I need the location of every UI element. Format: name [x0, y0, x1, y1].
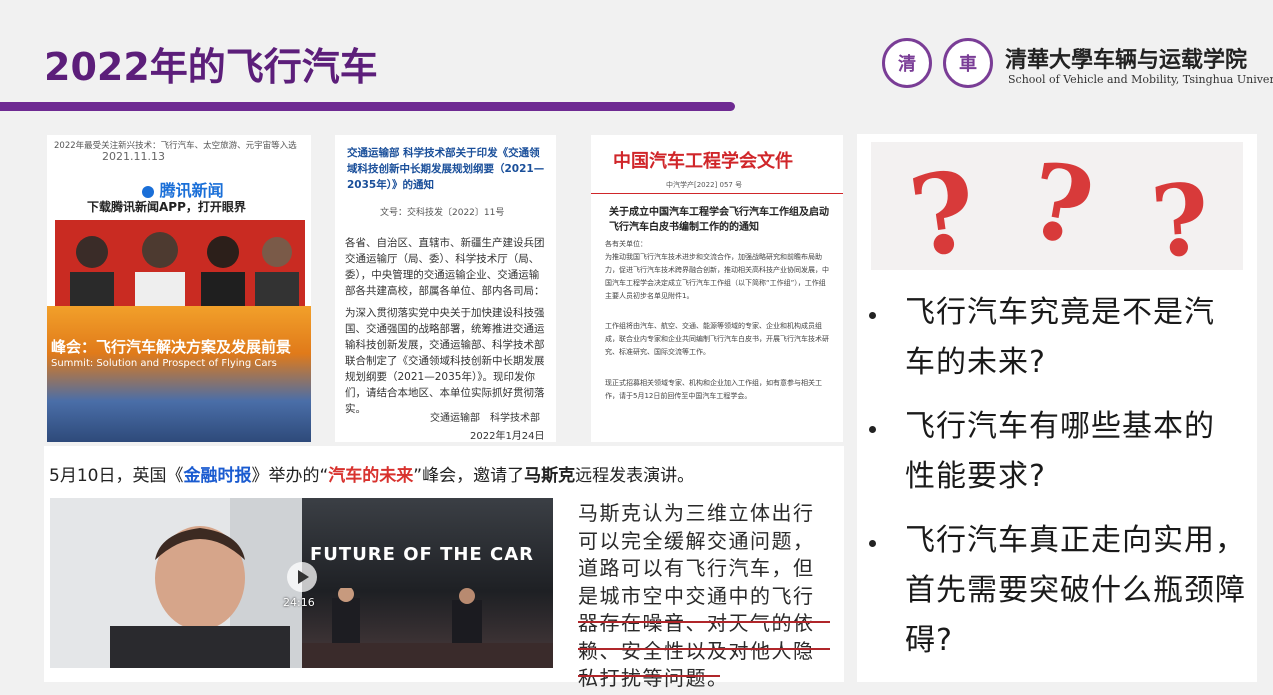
question-marks-image: ? ? ?	[871, 142, 1243, 270]
speaker-photos	[55, 220, 305, 306]
ministry-notice-panel: 交通运输部 科学技术部关于印发《交通领域科技创新中长期发展规划纲要（2021—2…	[335, 135, 556, 442]
saec-body-2: 工作组将由汽车、航空、交通、能源等领域的专家、企业和机构成员组成，联合业内专家和…	[605, 322, 829, 356]
ft-summit-caption: 5月10日，英国《金融时报》举办的“汽车的未来”峰会，邀请了马斯克远程发表演讲。	[49, 466, 695, 486]
ministry-notice-title: 交通运输部 科学技术部关于印发《交通领域科技创新中长期发展规划纲要（2021—2…	[347, 147, 545, 191]
saec-doc-number: 中汽学产[2022] 057 号	[666, 181, 743, 189]
tencent-headline: 2022年最受关注新兴技术：飞行汽车、太空旅游、元宇宙等入选	[54, 141, 297, 151]
university-name: 清華大學车辆与运载学院	[1005, 48, 1248, 73]
saec-body-3: 现正式招募相关领域专家、机构和企业加入工作组，如有意参与相关工作，请于5月12日…	[605, 379, 822, 400]
ministry-signature: 交通运输部 科学技术部	[430, 413, 540, 424]
play-button[interactable]	[287, 562, 317, 592]
bullet-icon	[869, 540, 876, 547]
tencent-logo-icon	[142, 185, 154, 198]
question-1: 飞行汽车究竟是不是汽车的未来?	[905, 295, 1215, 380]
tencent-date: 2021.11.13	[102, 150, 165, 163]
summit-banner-subtitle: Summit: Solution and Prospect of Flying …	[51, 358, 277, 369]
question-2: 飞行汽车有哪些基本的性能要求?	[905, 409, 1215, 494]
musk-quote: 马斯克认为三维立体出行可以完全缓解交通问题，道路可以有飞行汽车，但是城市空中交通…	[578, 501, 815, 690]
ministry-doc-number: 文号：交科技发〔2022〕11号	[380, 208, 505, 218]
play-icon	[298, 570, 309, 584]
summit-banner: 峰会：飞行汽车解决方案及发展前景 Summit: Solution and Pr…	[47, 306, 311, 442]
saec-document-panel: 中国汽车工程学会文件 中汽学产[2022] 057 号 关于成立中国汽车工程学会…	[591, 135, 843, 442]
video-speaker-frame	[50, 498, 302, 668]
ministry-para-1: 各省、自治区、直辖市、新疆生产建设兵团交通运输厅（局、委）、科学技术厅（局、委）…	[345, 237, 545, 297]
svg-text:?: ?	[1148, 162, 1213, 270]
quote-underline	[578, 648, 830, 650]
tencent-news-panel: 2022年最受关注新兴技术：飞行汽车、太空旅游、元宇宙等入选 2021.11.1…	[47, 135, 311, 442]
video-stage-frame: FUTURE OF THE CAR	[302, 498, 553, 668]
slide-title: 2022年的飞行汽车	[44, 45, 378, 89]
question-3: 飞行汽车真正走向实用，首先需要突破什么瓶颈障碍?	[905, 523, 1246, 658]
summit-banner-title: 峰会：飞行汽车解决方案及发展前景	[51, 338, 292, 356]
saec-header: 中国汽车工程学会文件	[613, 151, 793, 172]
university-subtitle: School of Vehicle and Mobility, Tsinghua…	[1008, 73, 1273, 86]
ministry-date: 2022年1月24日	[470, 431, 545, 442]
saec-red-rule	[591, 193, 843, 194]
school-emblem-icon: 車	[943, 38, 993, 88]
bullet-icon	[869, 312, 876, 319]
questions-panel: ? ? ? 飞行汽车究竟是不是汽车的未来? 飞行汽车有哪些基本的性能要求? 飞行…	[857, 134, 1257, 682]
video-timestamp: 24:16	[283, 596, 315, 609]
university-seal-icon: 清	[882, 38, 932, 88]
future-highlight: 汽车的未来	[328, 466, 414, 486]
quote-underline	[578, 675, 720, 677]
tencent-slogan: 下载腾讯新闻APP，打开眼界	[87, 200, 246, 214]
saec-body-1: 为推动我国飞行汽车技术进步和交流合作，加强战略研究和前瞻布局助力，促进飞行汽车技…	[605, 253, 829, 300]
musk-highlight: 马斯克	[524, 466, 576, 486]
title-underline-bar	[0, 102, 735, 111]
quote-underline	[578, 621, 830, 623]
ft-highlight: 金融时报	[183, 466, 252, 486]
svg-text:?: ?	[1020, 142, 1101, 270]
saec-title: 关于成立中国汽车工程学会飞行汽车工作组及启动飞行汽车白皮书编制工作的的通知	[609, 207, 829, 233]
svg-text:?: ?	[902, 146, 984, 270]
ministry-para-2: 为深入贯彻落实党中央关于加快建设科技强国、交通强国的战略部署，统筹推进交通运输科…	[345, 307, 545, 415]
stage-title: FUTURE OF THE CAR	[310, 544, 534, 565]
bullet-icon	[869, 426, 876, 433]
saec-greeting: 各有关单位：	[605, 240, 647, 248]
